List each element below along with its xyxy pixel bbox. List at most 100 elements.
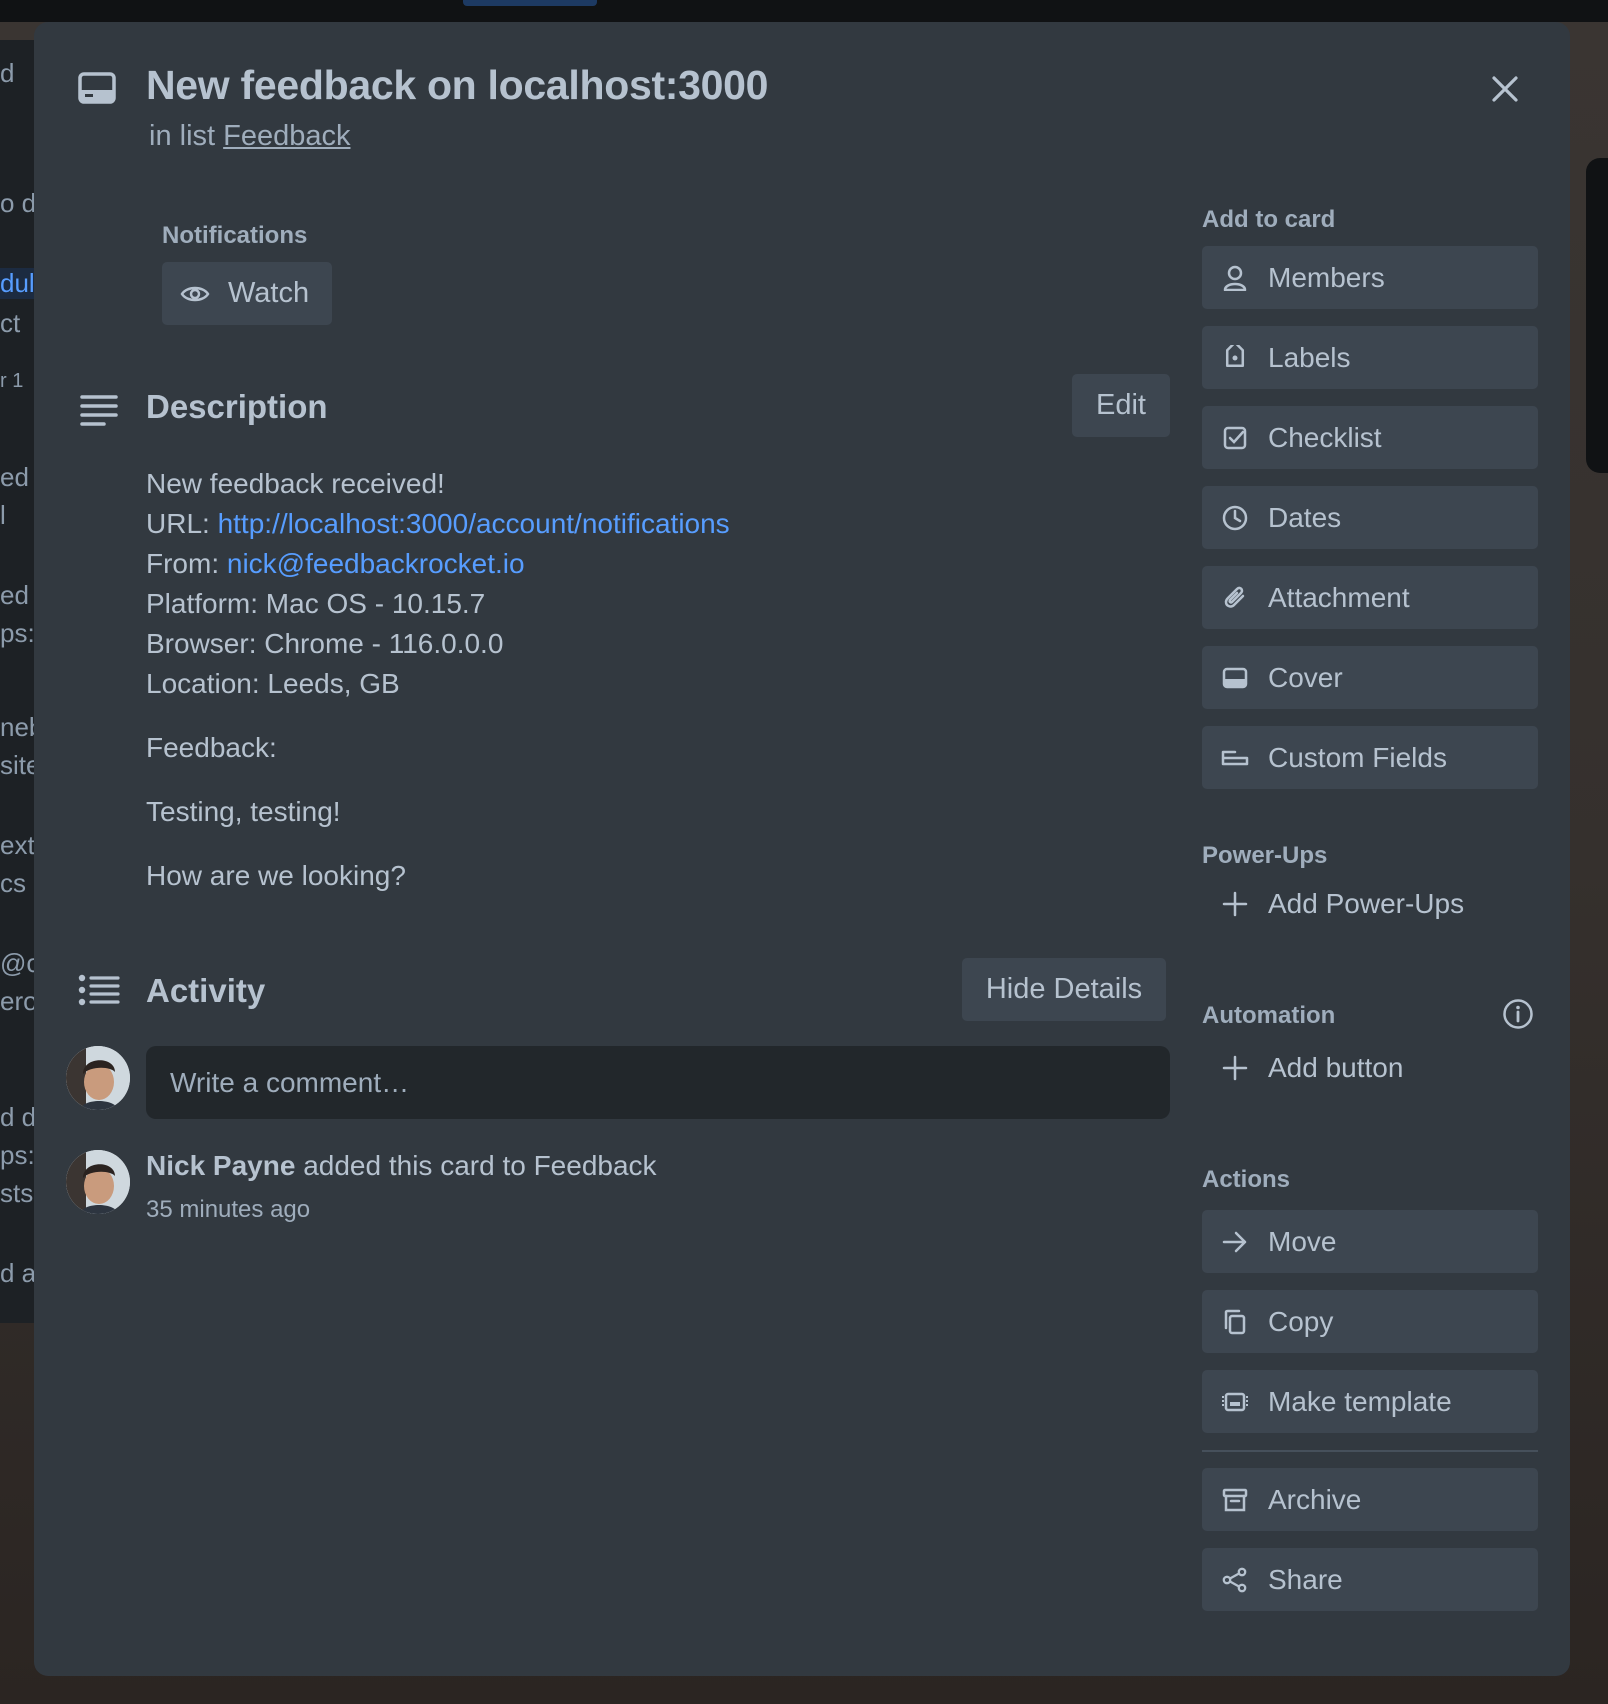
board-text-fragment: d a [0,1258,34,1288]
add-power-ups-label: Add Power-Ups [1268,887,1465,919]
watch-label: Watch [228,277,310,309]
plus-icon [1220,889,1250,919]
add-button-label: Add button [1268,1051,1404,1083]
copy-label: Copy [1268,1305,1334,1337]
board-text-fragment: l [0,500,6,530]
activity-user[interactable]: Nick Payne [146,1150,295,1181]
activity-heading: Activity [146,972,266,1009]
url-link[interactable]: http://localhost:3000/account/notificati… [218,508,730,539]
person-icon [1220,263,1250,293]
board-text-fragment: dul [0,268,34,299]
list-link[interactable]: Feedback [223,120,350,152]
cover-icon [1220,663,1250,693]
make-template-button[interactable]: Make template [1202,1370,1538,1433]
activity-icon [78,974,120,1006]
notifications-label: Notifications [162,222,308,249]
archive-icon [1220,1485,1250,1515]
archive-button[interactable]: Archive [1202,1468,1538,1531]
board-scroll-handle [1586,158,1608,473]
dates-label: Dates [1268,501,1342,533]
checklist-label: Checklist [1268,421,1382,453]
copy-icon [1220,1307,1250,1337]
labels-label: Labels [1268,341,1351,373]
in-list-prefix: in list [149,120,216,152]
board-text-fragment: ero [0,986,34,1016]
board-text-fragment: r 1 [0,370,24,392]
automation-info-button[interactable] [1500,996,1536,1032]
watch-button[interactable]: Watch [162,262,332,325]
description-url-line: URL: http://localhost:3000/account/notif… [146,504,1156,544]
card-icon [78,72,116,104]
board-text-fragment: d [0,58,15,88]
board-text-fragment: neb [0,712,34,742]
board-text-fragment: d de [0,1102,34,1132]
hide-details-button[interactable]: Hide Details [962,958,1166,1021]
add-to-card-label: Add to card [1202,206,1336,233]
share-label: Share [1268,1563,1343,1595]
card-title[interactable]: New feedback on localhost:3000 [146,62,768,109]
cover-button[interactable]: Cover [1202,646,1538,709]
activity-action: added this card to Feedback [303,1150,657,1181]
actions-label: Actions [1202,1166,1291,1193]
board-text-fragment: ed [0,462,29,492]
card-detail-modal: New feedback on localhost:3000 in list F… [34,22,1570,1676]
board-text-fragment: ps: [0,618,34,648]
arrow-right-icon [1220,1227,1250,1257]
tag-icon [1220,343,1250,373]
description-line: Browser: Chrome - 116.0.0.0 [146,628,504,659]
share-button[interactable]: Share [1202,1548,1538,1611]
move-button[interactable]: Move [1202,1210,1538,1273]
description-heading: Description [146,388,328,425]
clock-icon [1220,503,1250,533]
activity-entry: Nick Payne added this card to Feedback [146,1150,657,1182]
add-power-ups-button[interactable]: Add Power-Ups [1202,872,1538,935]
dates-button[interactable]: Dates [1202,486,1538,549]
avatar[interactable] [66,1150,130,1214]
checkbox-icon [1220,423,1250,453]
top-bar [0,0,1608,22]
add-automation-button[interactable]: Add button [1202,1036,1538,1099]
card-list-info: in list Feedback [149,120,351,153]
board-text-fragment: ed [0,580,29,610]
custom-fields-icon [1220,743,1250,773]
labels-button[interactable]: Labels [1202,326,1538,389]
description-body[interactable]: New feedback received! URL: http://local… [146,464,1156,896]
avatar[interactable] [66,1046,130,1110]
members-button[interactable]: Members [1202,246,1538,309]
activity-timestamp[interactable]: 35 minutes ago [146,1196,310,1224]
top-bar-active-tab [463,0,597,6]
comment-input[interactable]: Write a comment… [146,1046,1170,1119]
cover-label: Cover [1268,661,1343,693]
description-icon [80,394,118,426]
edit-description-button[interactable]: Edit [1072,374,1170,437]
description-line: Testing, testing! [146,796,341,827]
board-text-fragment: o d [0,188,34,218]
share-icon [1220,1565,1250,1595]
info-icon [1503,999,1533,1029]
template-icon [1220,1387,1250,1417]
make-template-label: Make template [1268,1385,1452,1417]
move-label: Move [1268,1225,1337,1257]
plus-icon [1220,1053,1250,1083]
url-label: URL: [146,508,210,539]
from-label: From: [146,548,220,579]
members-label: Members [1268,261,1385,293]
checklist-button[interactable]: Checklist [1202,406,1538,469]
close-button[interactable] [1476,60,1534,118]
email-link[interactable]: nick@feedbackrocket.io [227,548,525,579]
attachment-button[interactable]: Attachment [1202,566,1538,629]
board-text-fragment: sts [0,1178,34,1208]
custom-fields-label: Custom Fields [1268,741,1447,773]
description-line: How are we looking? [146,860,406,891]
board-text-fragment: cs [0,868,26,898]
automation-label: Automation [1202,1002,1336,1029]
copy-button[interactable]: Copy [1202,1290,1538,1353]
board-list-behind-modal: d o d dul ct r 1 ed l ed ps: neb site ex… [0,40,34,1323]
board-text-fragment: @ou [0,948,34,978]
board-text-fragment: ct [0,308,21,338]
attachment-label: Attachment [1268,581,1410,613]
description-line: Feedback: [146,732,277,763]
description-line: Location: Leeds, GB [146,668,400,699]
custom-fields-button[interactable]: Custom Fields [1202,726,1538,789]
archive-label: Archive [1268,1483,1362,1515]
